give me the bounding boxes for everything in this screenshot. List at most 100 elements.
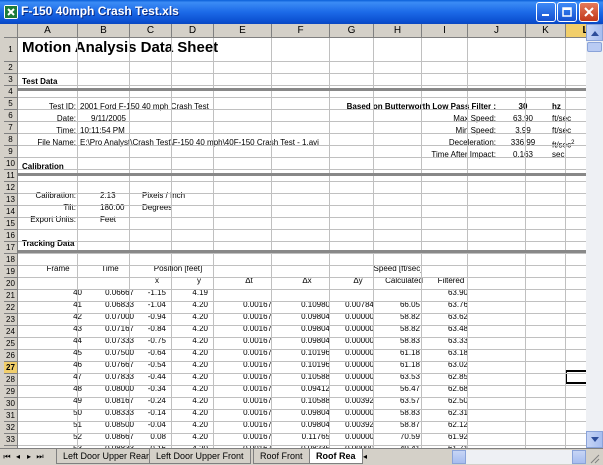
tab-roof-front[interactable]: Roof Front xyxy=(253,449,310,464)
gridline-horizontal xyxy=(18,337,586,338)
vertical-scroll-thumb[interactable] xyxy=(587,42,602,52)
date-value[interactable]: 9/11/2005 xyxy=(80,113,126,125)
gridline-horizontal xyxy=(18,265,586,266)
file-name-value[interactable]: E:\Pro Analyst\Crash Test\F-150 40 mph\4… xyxy=(80,137,319,149)
tab-scroll-arrow-icon[interactable]: ◂ xyxy=(360,451,370,462)
time-label: Time: xyxy=(56,126,76,135)
row-header-11[interactable]: 11 xyxy=(4,170,18,182)
row-header-20[interactable]: 20 xyxy=(4,278,18,290)
tilt-value[interactable]: 180.00 xyxy=(100,202,124,214)
tab-left-door-upper-front[interactable]: Left Door Upper Front xyxy=(149,449,251,464)
row-header-12[interactable]: 12 xyxy=(4,182,18,194)
row-header-1[interactable]: 1 xyxy=(4,38,18,62)
gridline-horizontal xyxy=(18,373,586,374)
row-header-4[interactable]: 4 xyxy=(4,86,18,98)
export-units-value[interactable]: Feet xyxy=(100,214,116,226)
deceleration-value[interactable]: 336.99 xyxy=(498,137,548,149)
row-header-7[interactable]: 7 xyxy=(4,122,18,134)
row-header-2[interactable]: 2 xyxy=(4,62,18,74)
row-header-8[interactable]: 8 xyxy=(4,134,18,146)
max-speed-value[interactable]: 63.90 xyxy=(498,113,548,125)
filter-value[interactable]: 30 xyxy=(498,101,548,113)
gridline-horizontal xyxy=(18,289,586,290)
row-header-10[interactable]: 10 xyxy=(4,158,18,170)
row-header-14[interactable]: 14 xyxy=(4,206,18,218)
select-all-corner[interactable] xyxy=(4,24,18,38)
column-header-f[interactable]: F xyxy=(272,24,330,38)
gridline-horizontal xyxy=(18,385,586,386)
row-header-19[interactable]: 19 xyxy=(4,266,18,278)
sheet-title: Motion Analysis Data Sheet xyxy=(22,39,219,56)
column-header-j[interactable]: J xyxy=(468,24,526,38)
row-header-31[interactable]: 31 xyxy=(4,410,18,422)
calibration-label: Calibration: xyxy=(35,191,76,200)
maximize-button[interactable] xyxy=(557,2,577,22)
column-header-b[interactable]: B xyxy=(78,24,130,38)
row-header-29[interactable]: 29 xyxy=(4,386,18,398)
date-label: Date: xyxy=(56,114,76,123)
time-after-impact-value[interactable]: 0.163 xyxy=(498,149,548,161)
sheet-tab-bar: ⏮ ◂ ▸ ⏭ Left Door Upper Rear Left Door U… xyxy=(0,448,603,465)
column-header-i[interactable]: I xyxy=(422,24,468,38)
scroll-right-button[interactable] xyxy=(572,450,586,464)
row-header-28[interactable]: 28 xyxy=(4,374,18,386)
row-header-9[interactable]: 9 xyxy=(4,146,18,158)
column-header-e[interactable]: E xyxy=(214,24,272,38)
resize-grip-icon[interactable] xyxy=(588,451,600,464)
cell-area[interactable]: Motion Analysis Data Sheet Test Data Tes… xyxy=(18,38,586,448)
gridline-horizontal xyxy=(18,229,586,230)
scroll-left-button[interactable] xyxy=(452,450,466,464)
row-header-27[interactable]: 27 xyxy=(4,362,18,374)
minimize-button[interactable] xyxy=(536,2,556,22)
row-header-23[interactable]: 23 xyxy=(4,314,18,326)
time-value[interactable]: 10:11:54 PM xyxy=(80,125,125,137)
gridline-vertical xyxy=(213,38,214,448)
row-header-5[interactable]: 5 xyxy=(4,98,18,110)
max-speed-unit: ft/sec xyxy=(552,114,572,123)
calibration-value[interactable]: 2.13 xyxy=(100,190,116,202)
column-header-c[interactable]: C xyxy=(130,24,172,38)
row-header-25[interactable]: 25 xyxy=(4,338,18,350)
column-header-g[interactable]: G xyxy=(330,24,374,38)
row-header-15[interactable]: 15 xyxy=(4,218,18,230)
horizontal-scrollbar[interactable] xyxy=(452,450,586,464)
min-speed-value[interactable]: 3.99 xyxy=(498,125,548,137)
first-sheet-icon[interactable]: ⏮ xyxy=(2,451,12,462)
min-speed-unit: ft/sec xyxy=(552,126,572,135)
row-header-22[interactable]: 22 xyxy=(4,302,18,314)
last-sheet-icon[interactable]: ⏭ xyxy=(35,451,45,462)
gridline-horizontal xyxy=(18,133,586,134)
test-id-value[interactable]: 2001 Ford F-150 40 mph Crash Test xyxy=(80,101,209,113)
vertical-scrollbar[interactable] xyxy=(586,24,603,448)
tab-roof-rear[interactable]: Roof Rea xyxy=(309,449,363,464)
row-header-17[interactable]: 17 xyxy=(4,242,18,254)
column-header-l[interactable]: L xyxy=(566,24,586,38)
row-header-30[interactable]: 30 xyxy=(4,398,18,410)
row-header-13[interactable]: 13 xyxy=(4,194,18,206)
title-bar[interactable]: F-150 40mph Crash Test.xls xyxy=(0,0,603,24)
next-sheet-icon[interactable]: ▸ xyxy=(24,451,34,462)
column-header-k[interactable]: K xyxy=(526,24,566,38)
column-header-a[interactable]: A xyxy=(18,24,78,38)
scroll-up-button[interactable] xyxy=(586,24,603,41)
row-header-16[interactable]: 16 xyxy=(4,230,18,242)
row-header-24[interactable]: 24 xyxy=(4,326,18,338)
row-header-21[interactable]: 21 xyxy=(4,290,18,302)
row-header-3[interactable]: 3 xyxy=(4,74,18,86)
column-header-h[interactable]: H xyxy=(374,24,422,38)
worksheet-grid[interactable]: ABCDEFGHIJKL 1 2 3 4 5 6 7 8 9 10 11 12 13 14 15 16 17 18… xyxy=(4,24,586,448)
row-header-32[interactable]: 32 xyxy=(4,422,18,434)
close-button[interactable] xyxy=(579,2,599,22)
excel-app-icon[interactable] xyxy=(4,5,18,19)
scroll-down-button[interactable] xyxy=(586,431,603,448)
row-header-6[interactable]: 6 xyxy=(4,110,18,122)
tab-left-door-upper-rear[interactable]: Left Door Upper Rear xyxy=(56,449,157,464)
column-header-d[interactable]: D xyxy=(172,24,214,38)
max-speed-label: Max Speed: xyxy=(453,114,496,123)
prev-sheet-icon[interactable]: ◂ xyxy=(13,451,23,462)
row-header-33[interactable]: 33 xyxy=(4,434,18,446)
gridline-vertical xyxy=(373,38,374,448)
row-header-18[interactable]: 18 xyxy=(4,254,18,266)
section-divider xyxy=(18,173,586,176)
row-header-26[interactable]: 26 xyxy=(4,350,18,362)
